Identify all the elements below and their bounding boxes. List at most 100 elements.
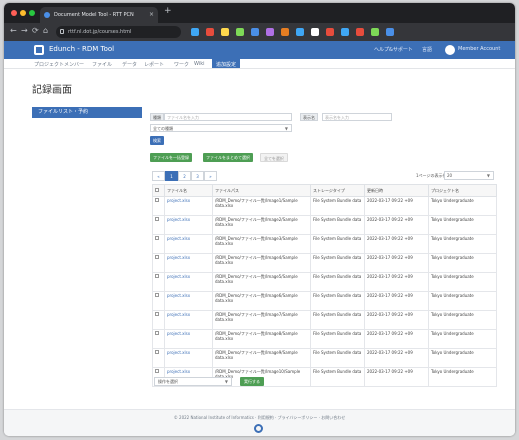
type-select[interactable]: 全ての種類 ▼: [150, 124, 292, 132]
row-checkbox[interactable]: [152, 329, 165, 349]
extension-icon[interactable]: [371, 28, 379, 36]
extension-icon[interactable]: [341, 28, 349, 36]
table-cell[interactable]: project.xlsx: [164, 215, 213, 235]
table-row[interactable]: project.xlsx/RDM_Demo/ファイル一覧/Image7/Samp…: [152, 310, 497, 330]
minimize-window-button[interactable]: [20, 10, 26, 16]
per-page-select[interactable]: 20 ▼: [444, 171, 494, 180]
app-logo-icon[interactable]: [34, 45, 44, 55]
bulk-select-button[interactable]: ファイルをまとめて選択: [203, 153, 253, 162]
extension-icon[interactable]: [266, 28, 274, 36]
home-button[interactable]: ⌂: [43, 26, 48, 35]
row-checkbox[interactable]: [152, 196, 165, 216]
table-row[interactable]: project.xlsx/RDM_Demo/ファイル一覧/Image2/Samp…: [152, 215, 497, 235]
select-all-button[interactable]: 全てを選択: [260, 153, 288, 162]
forward-button[interactable]: →: [21, 26, 28, 35]
back-button[interactable]: ←: [10, 26, 17, 35]
row-checkbox[interactable]: [152, 215, 165, 235]
pagination-page-3[interactable]: 3: [191, 171, 204, 181]
table-cell[interactable]: project.xlsx: [164, 310, 213, 330]
table-cell: 2022-03-17 09:22 +09: [364, 215, 429, 235]
table-cell[interactable]: project.xlsx: [164, 196, 213, 216]
execute-button[interactable]: 実行する: [240, 377, 264, 386]
pagination-prev[interactable]: «: [152, 171, 165, 181]
table-row[interactable]: project.xlsx/RDM_Demo/ファイル一覧/Image1/Samp…: [152, 196, 497, 216]
extension-icon[interactable]: [281, 28, 289, 36]
extension-icon[interactable]: [296, 28, 304, 36]
nav-item-files[interactable]: ファイル: [92, 61, 112, 68]
table-row[interactable]: project.xlsx/RDM_Demo/ファイル一覧/Image9/Samp…: [152, 348, 497, 368]
table-cell: Tokyo Undergraduate: [428, 215, 497, 235]
extension-icon[interactable]: [311, 28, 319, 36]
new-tab-button[interactable]: +: [164, 6, 172, 16]
table-cell[interactable]: project.xlsx: [164, 329, 213, 349]
bulk-register-button[interactable]: ファイルを一括登録: [150, 153, 192, 162]
table-row[interactable]: project.xlsx/RDM_Demo/ファイル一覧/Image4/Samp…: [152, 253, 497, 273]
table-row[interactable]: project.xlsx/RDM_Demo/ファイル一覧/Image6/Samp…: [152, 291, 497, 311]
row-checkbox[interactable]: [152, 291, 165, 311]
filter-file-input[interactable]: ファイル名を入力: [164, 113, 292, 121]
browser-tab[interactable]: Document Model Tool - RTT PCN ×: [40, 7, 158, 23]
bulk-action-select[interactable]: 操作を選択 ▼: [154, 377, 232, 386]
table-cell[interactable]: project.xlsx: [164, 253, 213, 273]
nav-item-work[interactable]: ワーク: [174, 61, 189, 68]
row-checkbox[interactable]: [152, 272, 165, 292]
app-brand[interactable]: Edunch - RDM Tool: [49, 45, 114, 53]
table-row[interactable]: project.xlsx/RDM_Demo/ファイル一覧/Image8/Samp…: [152, 329, 497, 349]
checkbox-icon: [155, 255, 159, 259]
row-checkbox[interactable]: [152, 310, 165, 330]
column-header[interactable]: プロジェクト名: [428, 184, 497, 197]
table-cell: /RDM_Demo/ファイル一覧/Image7/Sample data.xlsx: [212, 310, 311, 330]
table-cell[interactable]: project.xlsx: [164, 234, 213, 254]
table-cell[interactable]: project.xlsx: [164, 272, 213, 292]
pagination-page-1[interactable]: 1: [165, 171, 178, 181]
select-all-checkbox[interactable]: [152, 184, 165, 197]
table-row[interactable]: project.xlsx/RDM_Demo/ファイル一覧/Image5/Samp…: [152, 272, 497, 292]
address-bar[interactable]: rttf.nl.dot.jp/courses.html: [56, 26, 181, 38]
sidebar-item-file-list[interactable]: ファイルリスト・予約: [32, 107, 142, 118]
language-link[interactable]: 言語: [422, 46, 432, 53]
column-header[interactable]: ファイルパス: [212, 184, 311, 197]
table-cell: File System Bundle data: [310, 215, 365, 235]
extension-icon[interactable]: [191, 28, 199, 36]
table-cell: /RDM_Demo/ファイル一覧/Image6/Sample data.xlsx: [212, 291, 311, 311]
page-title: 記録画面: [32, 85, 72, 96]
extension-icon[interactable]: [236, 28, 244, 36]
extension-icon[interactable]: [326, 28, 334, 36]
table-cell[interactable]: project.xlsx: [164, 291, 213, 311]
close-tab-icon[interactable]: ×: [149, 7, 154, 23]
checkbox-icon: [155, 274, 159, 278]
user-avatar-icon[interactable]: [445, 45, 455, 55]
nav-item-data[interactable]: データ: [122, 61, 137, 68]
nav-item-wiki[interactable]: Wiki: [194, 61, 205, 67]
search-button[interactable]: 検索: [150, 136, 164, 145]
maximize-window-button[interactable]: [29, 10, 35, 16]
extension-icon[interactable]: [386, 28, 394, 36]
row-checkbox[interactable]: [152, 234, 165, 254]
nav-item-members[interactable]: プロジェクトメンバー: [34, 61, 84, 68]
table-cell: File System Bundle data: [310, 310, 365, 330]
github-icon[interactable]: [254, 424, 263, 433]
user-menu[interactable]: Member Account: [458, 46, 500, 52]
row-checkbox[interactable]: [152, 253, 165, 273]
reload-button[interactable]: ⟳: [32, 26, 39, 35]
table-cell[interactable]: project.xlsx: [164, 348, 213, 368]
extension-icon[interactable]: [206, 28, 214, 36]
nav-item-reports[interactable]: レポート: [144, 61, 164, 68]
pagination-page-2[interactable]: 2: [178, 171, 191, 181]
extension-icon[interactable]: [251, 28, 259, 36]
pagination-next[interactable]: »: [204, 171, 217, 181]
column-header[interactable]: 更新日時: [364, 184, 429, 197]
table-cell: Tokyo Undergraduate: [428, 310, 497, 330]
table-cell: Tokyo Undergraduate: [428, 329, 497, 349]
column-header[interactable]: ファイル名: [164, 184, 213, 197]
column-header[interactable]: ストレージタイプ: [310, 184, 365, 197]
extension-icon[interactable]: [221, 28, 229, 36]
table-cell: Tokyo Undergraduate: [428, 348, 497, 368]
table-row[interactable]: project.xlsx/RDM_Demo/ファイル一覧/Image3/Samp…: [152, 234, 497, 254]
nav-item-settings[interactable]: 追加設定: [212, 59, 241, 68]
close-window-button[interactable]: [11, 10, 17, 16]
help-link[interactable]: ヘルプ&サポート: [374, 46, 413, 53]
row-checkbox[interactable]: [152, 348, 165, 368]
filter-name-input[interactable]: 表示名を入力: [322, 113, 392, 121]
extension-icon[interactable]: [356, 28, 364, 36]
